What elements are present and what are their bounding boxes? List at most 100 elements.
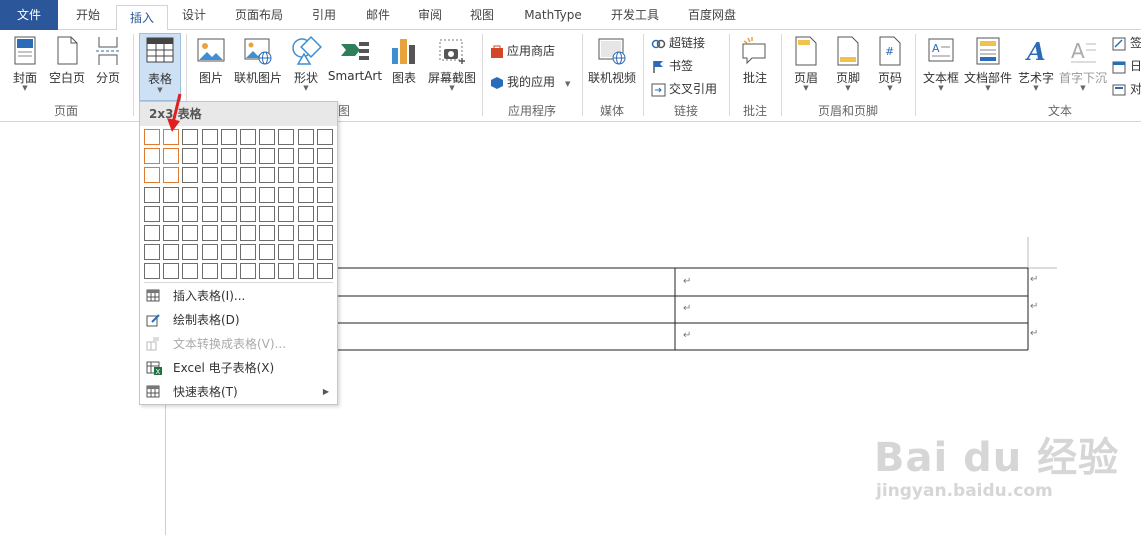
table-grid-cell[interactable] [220, 244, 237, 261]
table-grid-cell[interactable] [220, 205, 237, 222]
table-grid-cell[interactable] [240, 225, 256, 241]
table-grid-cell[interactable] [278, 186, 295, 203]
table-grid-cell[interactable] [220, 186, 237, 203]
table-grid-cell[interactable] [297, 225, 314, 241]
table-grid-cell[interactable] [240, 186, 256, 203]
table-grid-cell[interactable] [240, 129, 256, 145]
table-grid-cell[interactable] [182, 244, 199, 261]
wordart-button[interactable]: A 艺术字 ▼ [1014, 30, 1058, 100]
table-grid-cell[interactable] [182, 148, 199, 165]
table-grid-cell[interactable] [201, 225, 218, 241]
picture-button[interactable]: 图片 [192, 30, 230, 100]
table-grid-cell[interactable] [163, 148, 180, 165]
object-button[interactable]: 对 [1112, 79, 1141, 99]
header-button[interactable]: 页眉 ▼ [786, 30, 826, 100]
table-grid-cell[interactable] [316, 148, 333, 165]
screenshot-button[interactable]: 屏幕截图 ▼ [424, 30, 480, 100]
table-grid-cell[interactable] [297, 186, 314, 203]
table-grid-cell[interactable] [201, 263, 218, 280]
table-grid-cell[interactable] [278, 244, 295, 261]
table-grid-cell[interactable] [220, 167, 237, 184]
table-grid-cell[interactable] [278, 205, 295, 222]
table-grid-cell[interactable] [144, 148, 160, 165]
table-grid-cell[interactable] [220, 263, 237, 280]
table-grid-cell[interactable] [278, 263, 295, 280]
table-grid-cell[interactable] [259, 244, 276, 261]
table-grid-cell[interactable] [259, 129, 276, 145]
table-grid-cell[interactable] [316, 129, 333, 145]
table-grid-cell[interactable] [182, 167, 199, 184]
table-grid-cell[interactable] [316, 186, 333, 203]
table-grid-cell[interactable] [259, 205, 276, 222]
table-grid-cell[interactable] [144, 244, 160, 261]
menu-excel-spreadsheet[interactable]: X Excel 电子表格(X) [140, 356, 337, 380]
table-grid-cell[interactable] [163, 225, 180, 241]
table-grid-cell[interactable] [240, 148, 256, 165]
table-grid-cell[interactable] [259, 167, 276, 184]
menu-quick-tables[interactable]: 快速表格(T) ▶ [140, 380, 337, 404]
table-grid-cell[interactable] [163, 263, 180, 280]
tab-references[interactable]: 引用 [298, 0, 350, 30]
blank-page-button[interactable]: 空白页 [46, 30, 88, 100]
table-grid-cell[interactable] [297, 244, 314, 261]
textbox-button[interactable]: A 文本框 ▼ [920, 30, 962, 100]
table-grid-cell[interactable] [278, 167, 295, 184]
table-grid-cell[interactable] [220, 148, 237, 165]
signature-line-button[interactable]: 签 [1112, 33, 1141, 53]
table-grid-cell[interactable] [163, 186, 180, 203]
tab-developer[interactable]: 开发工具 [600, 0, 670, 30]
table-grid-cell[interactable] [240, 205, 256, 222]
footer-button[interactable]: 页脚 ▼ [828, 30, 868, 100]
menu-insert-table[interactable]: 插入表格(I)... [140, 284, 337, 308]
table-grid-cell[interactable] [144, 129, 160, 145]
table-grid-cell[interactable] [297, 205, 314, 222]
table-grid-cell[interactable] [144, 225, 160, 241]
table-grid-cell[interactable] [163, 167, 180, 184]
tab-page-layout[interactable]: 页面布局 [224, 0, 294, 30]
table-grid-cell[interactable] [316, 263, 333, 280]
chart-button[interactable]: 图表 [384, 30, 424, 100]
online-picture-button[interactable]: 联机图片 [230, 30, 286, 100]
app-store-button[interactable]: 应用商店 [490, 41, 555, 61]
tab-file[interactable]: 文件 [0, 0, 58, 30]
tab-insert[interactable]: 插入 [116, 5, 168, 31]
table-grid-cell[interactable] [201, 167, 218, 184]
table-grid-cell[interactable] [316, 244, 333, 261]
table-grid-cell[interactable] [144, 167, 160, 184]
cover-page-button[interactable]: 封面 ▼ [4, 30, 46, 100]
table-grid-cell[interactable] [316, 205, 333, 222]
menu-draw-table[interactable]: 绘制表格(D) [140, 308, 337, 332]
table-grid-cell[interactable] [163, 244, 180, 261]
table-grid-cell[interactable] [297, 129, 314, 145]
shapes-button[interactable]: 形状 ▼ [286, 30, 326, 100]
tab-review[interactable]: 审阅 [404, 0, 456, 30]
table-grid-cell[interactable] [297, 167, 314, 184]
table-grid-cell[interactable] [182, 225, 199, 241]
table-grid-cell[interactable] [297, 148, 314, 165]
tab-baidu-netdisk[interactable]: 百度网盘 [676, 0, 748, 30]
table-grid-cell[interactable] [240, 244, 256, 261]
table-grid-cell[interactable] [316, 167, 333, 184]
smartart-button[interactable]: SmartArt [326, 30, 384, 100]
tab-view[interactable]: 视图 [456, 0, 508, 30]
table-grid-cell[interactable] [278, 129, 295, 145]
table-grid-cell[interactable] [259, 148, 276, 165]
date-time-button[interactable]: 日 [1112, 56, 1141, 76]
tab-home[interactable]: 开始 [62, 0, 114, 30]
table-grid-cell[interactable] [259, 263, 276, 280]
table-grid-cell[interactable] [259, 186, 276, 203]
cross-reference-button[interactable]: 交叉引用 [651, 79, 717, 99]
table-grid-cell[interactable] [182, 205, 199, 222]
tab-design[interactable]: 设计 [168, 0, 220, 30]
tab-mailings[interactable]: 邮件 [352, 0, 404, 30]
online-video-button[interactable]: 联机视频 [586, 30, 638, 100]
table-grid-cell[interactable] [182, 263, 199, 280]
hyperlink-button[interactable]: 超链接 [651, 33, 705, 53]
table-grid-cell[interactable] [182, 186, 199, 203]
table-grid-cell[interactable] [316, 225, 333, 241]
drop-cap-button[interactable]: A 首字下沉 ▼ [1058, 30, 1108, 100]
quick-parts-button[interactable]: 文档部件 ▼ [962, 30, 1014, 100]
page-break-button[interactable]: 分页 [88, 30, 128, 100]
table-grid-cell[interactable] [201, 129, 218, 145]
bookmark-button[interactable]: 书签 [651, 56, 693, 76]
